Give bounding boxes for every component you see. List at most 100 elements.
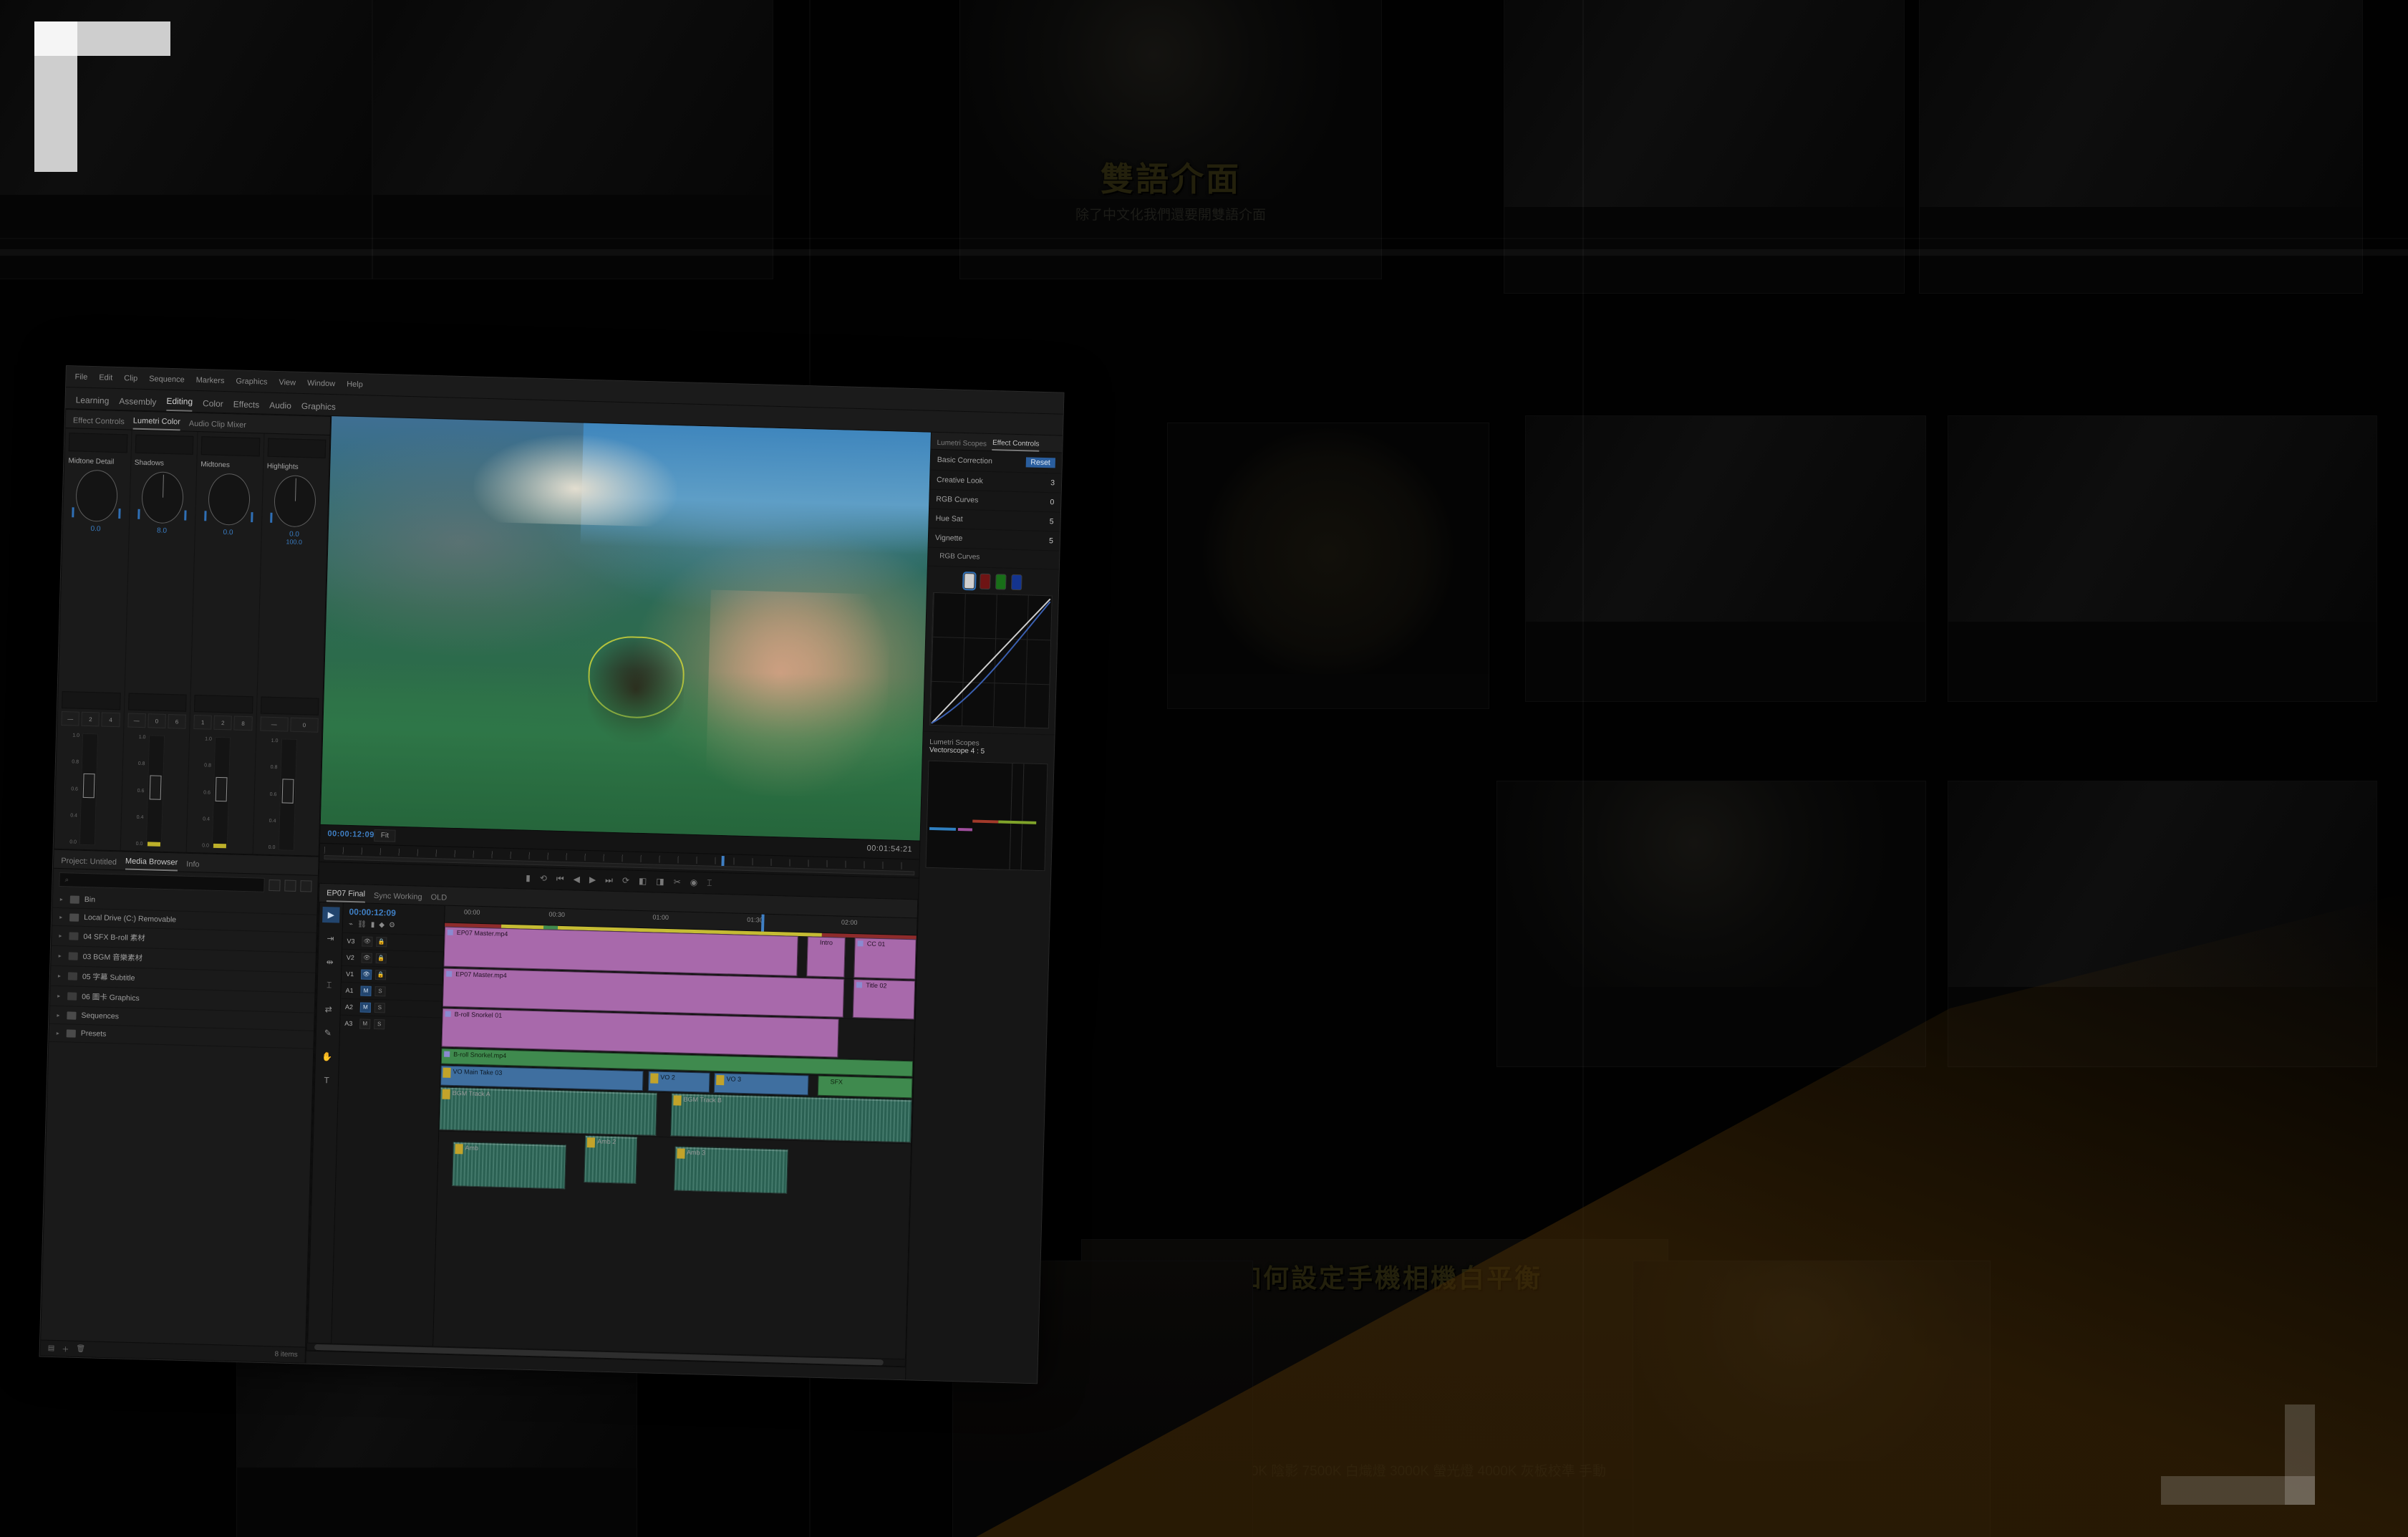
timeline-clip[interactable]: Amb 2 [584, 1134, 637, 1184]
tab-audio-clip-mixer[interactable]: Audio Clip Mixer [189, 420, 246, 433]
wheel-btn-b[interactable]: 0 [148, 713, 166, 728]
keyframe-segment-magenta[interactable] [957, 827, 972, 832]
channel-blue-button[interactable] [1010, 574, 1022, 591]
wheel-btn-c[interactable]: 8 [233, 716, 253, 731]
wheel-btn-a[interactable]: 1 [193, 715, 213, 730]
color-wheel[interactable] [203, 473, 253, 526]
timeline-clip[interactable]: BGM Track B [670, 1092, 912, 1142]
pen-tool[interactable]: ✎ [319, 1024, 337, 1041]
lift-icon[interactable]: ◧ [639, 876, 647, 886]
wheel-right-marker[interactable] [250, 512, 253, 523]
wheel-button-row[interactable]: — 2 4 [61, 711, 120, 728]
wheel-top-box[interactable] [68, 433, 127, 453]
wheel-foot-box[interactable] [193, 695, 253, 714]
type-tool[interactable]: T [318, 1071, 336, 1088]
tab-sequence-ep07-final[interactable]: EP07 Final [326, 888, 366, 903]
track-solo-icon[interactable]: S [374, 1018, 385, 1029]
disclosure-triangle-icon[interactable]: ▸ [57, 1029, 62, 1036]
wheel-top-box[interactable] [135, 434, 194, 455]
ripple-edit-tool[interactable]: ⇹ [321, 953, 339, 970]
wheel-slider-group[interactable]: 1.0 0.8 0.6 0.4 0.0 [190, 733, 252, 849]
effect-value[interactable]: 5 [1050, 517, 1054, 526]
video-editor-window[interactable]: File Edit Clip Sequence Markers Graphics… [39, 365, 1065, 1384]
timeline-clip[interactable]: SFX [818, 1075, 913, 1098]
wheel-left-marker[interactable] [203, 511, 207, 521]
vertical-slider[interactable] [278, 738, 297, 851]
channel-green-button[interactable] [995, 574, 1007, 590]
mark-in-icon[interactable]: ▮ [526, 873, 531, 883]
program-monitor-image[interactable] [320, 416, 931, 840]
color-wheel[interactable] [270, 474, 317, 528]
monitor-timecode-current[interactable]: 00:00:12:09 [327, 829, 374, 839]
timeline-track-area[interactable]: 00:00 00:30 01:00 01:30 02:00 EP07 Maste… [433, 905, 917, 1359]
snap-icon[interactable]: ⌁ [349, 920, 353, 928]
track-mute-icon[interactable]: M [359, 1018, 371, 1029]
menu-item-markers[interactable]: Markers [196, 375, 225, 385]
wheel-slider-group[interactable]: 1.0 0.8 0.6 0.4 0.0 [58, 730, 120, 846]
color-wheel-column-midtones[interactable]: Midtones 0.0 1 2 8 1.0 0.8 0.6 0.4 0.0 [186, 432, 265, 854]
timeline-clip[interactable]: CC 01 [854, 937, 917, 979]
wheel-value[interactable]: 0.0 [67, 524, 125, 534]
keyframe-segment-green[interactable] [998, 820, 1037, 824]
slider-handle[interactable] [215, 777, 228, 802]
tab-info[interactable]: Info [186, 860, 200, 872]
wheel-left-marker[interactable] [270, 512, 273, 523]
wheel-button-row[interactable]: — 0 [259, 716, 319, 733]
tab-project[interactable]: Project: Untitled [61, 857, 117, 869]
effect-value[interactable]: 3 [1050, 478, 1055, 487]
menu-item-help[interactable]: Help [347, 380, 363, 389]
track-select-tool[interactable]: ⇥ [321, 930, 339, 946]
slider-handle[interactable] [281, 779, 294, 804]
effect-controls-rail[interactable]: Lumetri Scopes Effect Controls Basic Cor… [905, 432, 1063, 1384]
channel-master-button[interactable] [964, 573, 975, 589]
timeline-playhead[interactable] [760, 914, 765, 932]
track-header-a3[interactable]: A3 M S [340, 1014, 442, 1034]
wheel-button-row[interactable]: — 0 6 [127, 713, 186, 729]
goto-in-icon[interactable]: ⏮ [556, 873, 564, 884]
tab-media-browser[interactable]: Media Browser [125, 857, 178, 872]
new-item-icon[interactable]: ＋ [62, 1343, 69, 1354]
vertical-slider[interactable] [211, 736, 231, 849]
workspace-tab-editing[interactable]: Editing [166, 395, 193, 412]
wheel-btn-c[interactable]: 6 [168, 714, 186, 729]
timeline-clip[interactable]: EP07 Master.mp4 [443, 926, 799, 976]
wheel-button-row[interactable]: 1 2 8 [193, 715, 253, 731]
timeline-clip[interactable]: VO 2 [647, 1070, 710, 1093]
disclosure-triangle-icon[interactable]: ▸ [57, 993, 62, 999]
disclosure-triangle-icon[interactable]: ▸ [59, 953, 64, 959]
delete-icon[interactable]: 🗑 [76, 1345, 85, 1353]
disclosure-triangle-icon[interactable]: ▸ [59, 914, 64, 920]
color-wheel-column-midtone-detail[interactable]: Midtone Detail 0.0 — 2 4 1.0 0.8 0.6 0.4… [54, 428, 132, 851]
wheel-left-marker[interactable] [72, 507, 74, 518]
color-wheel[interactable] [137, 471, 187, 524]
project-bin-list[interactable]: ▸ Bin ▸ Local Drive (C:) Removable ▸ 04 … [41, 890, 318, 1347]
selection-tool[interactable]: ▶ [322, 906, 340, 923]
workspace-tab-graphics[interactable]: Graphics [301, 401, 336, 415]
disclosure-triangle-icon[interactable]: ▸ [57, 1011, 62, 1018]
track-lock-icon[interactable]: 🔒 [376, 936, 387, 947]
wheel-slider-group[interactable]: 1.0 0.8 0.6 0.4 0.0 [256, 736, 318, 852]
menu-item-clip[interactable]: Clip [124, 374, 137, 383]
color-wheels-section[interactable]: Midtone Detail 0.0 — 2 4 1.0 0.8 0.6 0.4… [54, 428, 330, 856]
wheel-btn-b[interactable]: 0 [290, 717, 319, 733]
wheel-left-marker[interactable] [137, 509, 140, 519]
step-forward-icon[interactable]: ⏭ [605, 874, 613, 885]
workspace-tab-learning[interactable]: Learning [75, 395, 110, 409]
linked-selection-icon[interactable]: ⛓ [357, 920, 367, 928]
track-eye-icon[interactable]: 👁 [360, 968, 372, 980]
step-back-icon[interactable]: ◀ [574, 874, 581, 884]
scrubber-playhead[interactable] [721, 855, 725, 866]
export-frame-icon[interactable]: ✂ [673, 877, 680, 887]
monitor-fit-selector[interactable]: Fit [374, 829, 396, 842]
color-wheel-column-shadows[interactable]: Shadows 8.0 — 0 6 1.0 0.8 0.6 0.4 0.0 [120, 430, 198, 852]
timeline-panel[interactable]: EP07 Final Sync Working OLD ▶ ⇥ ⇹ ⌶ ⇄ ✎ [306, 882, 919, 1367]
workspace-tab-effects[interactable]: Effects [233, 399, 260, 413]
marker-icon[interactable]: ▮ [371, 920, 375, 928]
timeline-settings-icon[interactable]: ⚙ [389, 921, 395, 929]
channel-red-button[interactable] [980, 573, 991, 590]
tab-effect-controls[interactable]: Effect Controls [73, 416, 125, 429]
track-lock-icon[interactable]: 🔒 [375, 953, 387, 963]
keyframe-graph[interactable] [925, 760, 1048, 872]
wheel-btn-b[interactable]: 2 [213, 715, 233, 731]
add-marker-icon[interactable]: ◆ [379, 921, 385, 929]
